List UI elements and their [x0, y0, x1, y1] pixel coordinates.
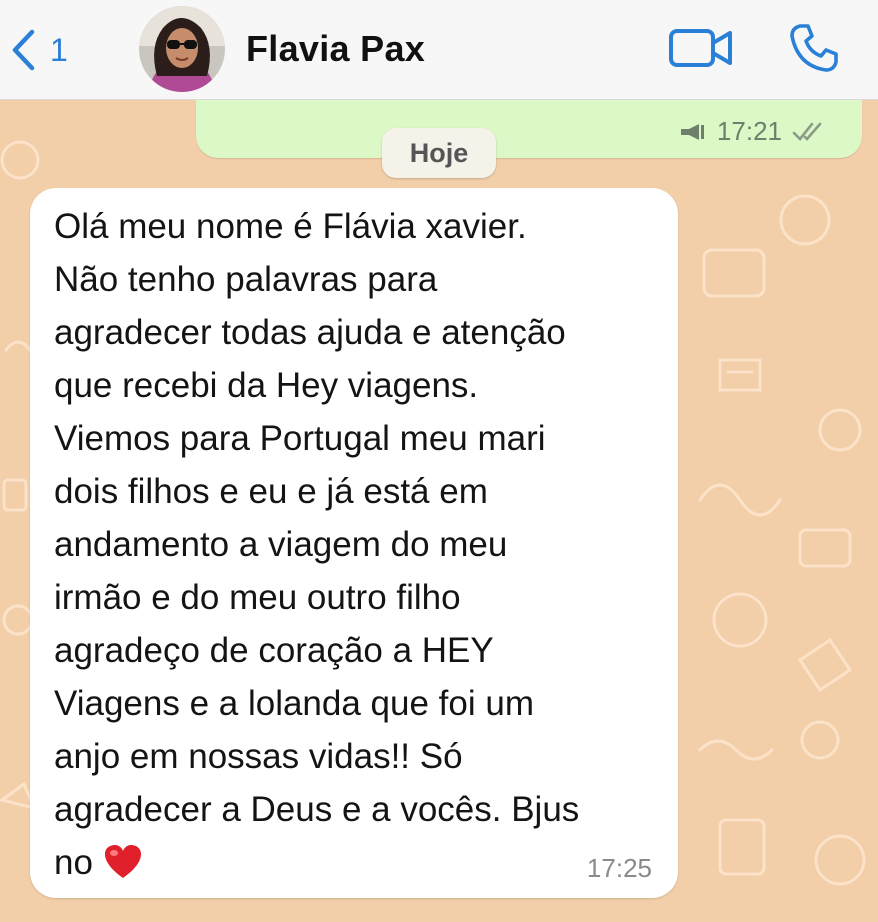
video-call-button[interactable] — [668, 28, 734, 68]
message-line-last: no — [54, 836, 664, 889]
phone-icon — [790, 24, 838, 72]
chevron-left-icon — [12, 29, 35, 71]
incoming-message-time: 17:25 — [586, 853, 652, 883]
message-line: Viemos para Portugal meu mari — [54, 419, 546, 458]
back-button[interactable]: 1 — [10, 26, 68, 74]
message-line: Não tenho palavras para — [54, 260, 438, 299]
message-line: irmão e do meu outro filho — [54, 578, 461, 617]
message-line: que recebi da Hey viagens. — [54, 366, 479, 405]
date-separator: Hoje — [382, 128, 496, 178]
video-camera-icon — [669, 29, 732, 67]
outgoing-message-time: 17:21 — [716, 116, 782, 146]
message-line-text: no — [54, 843, 93, 882]
chat-header: 1 Flavia Pax — [0, 0, 878, 100]
message-line: andamento a viagem do meu — [54, 525, 508, 564]
contact-name[interactable]: Flavia Pax — [246, 28, 425, 70]
avatar[interactable] — [139, 6, 225, 92]
heart-emoji-icon — [104, 845, 141, 878]
outgoing-message-bubble[interactable]: 17:21 — [196, 100, 862, 158]
message-line: agradecer todas ajuda e atenção — [54, 313, 566, 352]
message-line: agradecer a Deus e a vocês. Bjus — [54, 790, 580, 829]
megaphone-icon — [680, 123, 704, 140]
double-check-icon — [792, 122, 822, 141]
incoming-message-text: Olá meu nome é Flávia xavier. Não tenho … — [54, 200, 664, 889]
incoming-message-bubble[interactable]: Olá meu nome é Flávia xavier. Não tenho … — [30, 188, 678, 898]
outgoing-message-meta: 17:21 — [679, 116, 826, 147]
unread-count: 1 — [50, 31, 68, 68]
message-line: dois filhos e eu e já está em — [54, 472, 488, 511]
message-line: agradeço de coração a HEY — [54, 631, 494, 670]
message-line: anjo em nossas vidas!! Só — [54, 737, 463, 776]
voice-call-button[interactable] — [788, 22, 840, 74]
message-line: Viagens e a lolanda que foi um — [54, 684, 534, 723]
message-line: Olá meu nome é Flávia xavier. — [54, 207, 527, 246]
